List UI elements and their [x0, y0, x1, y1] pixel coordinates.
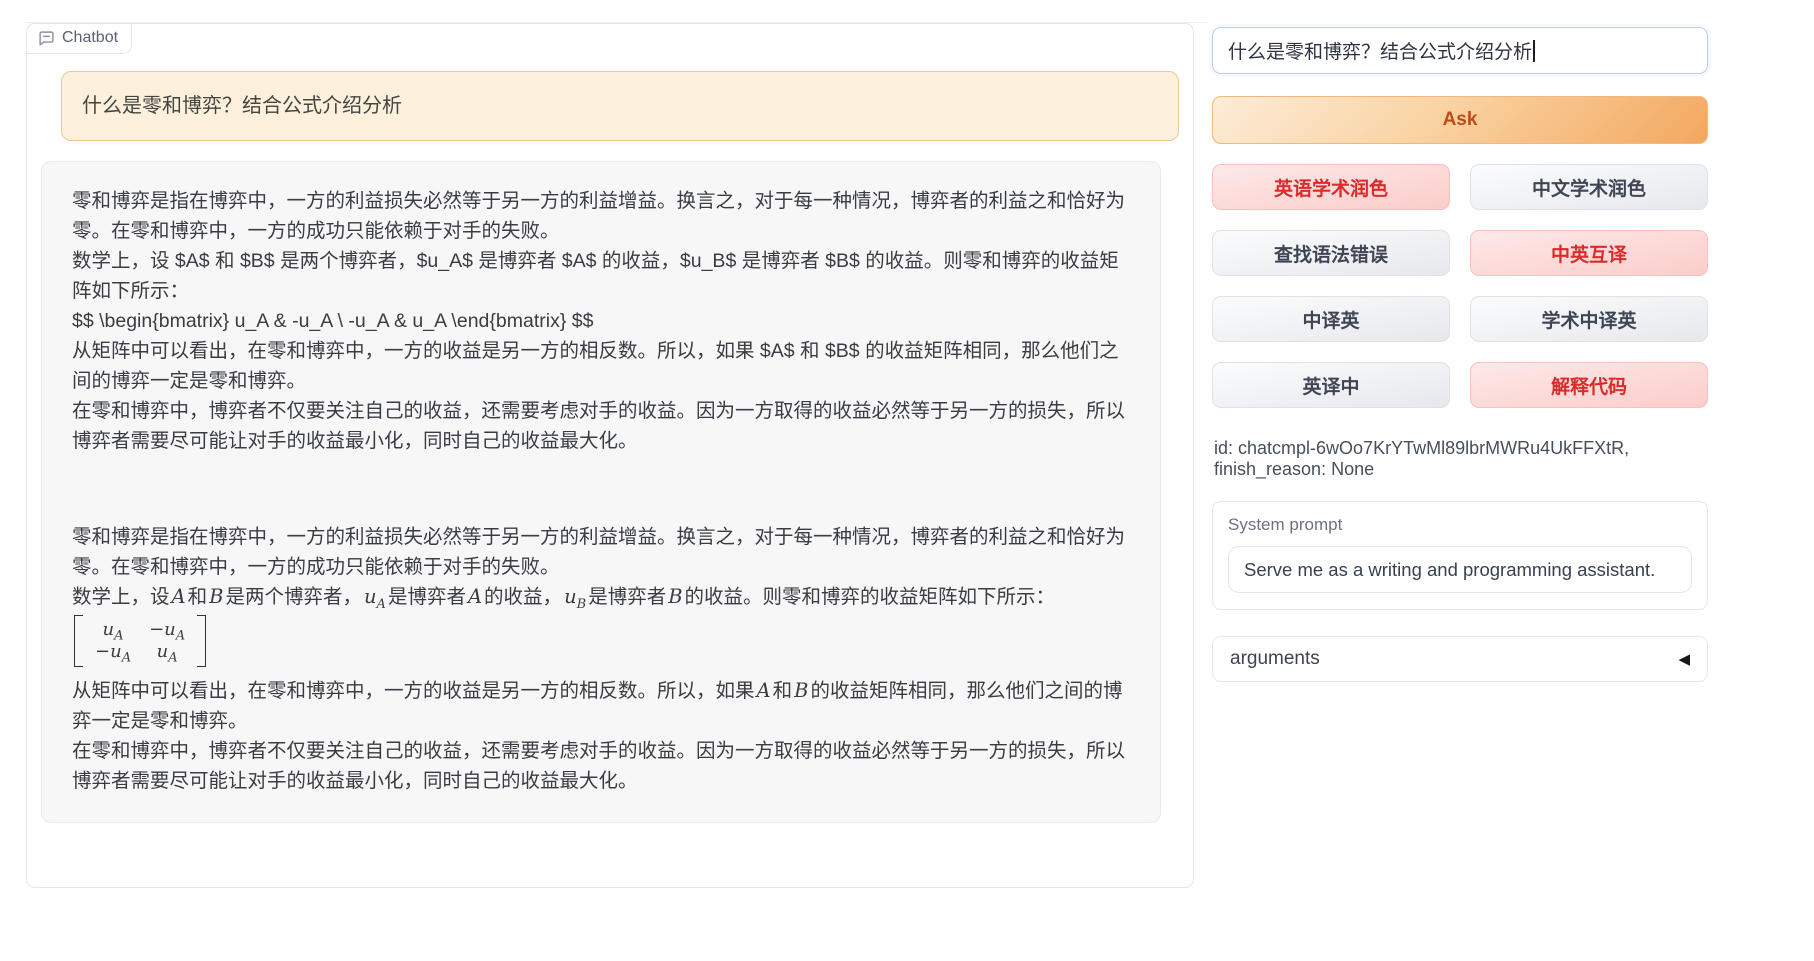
en-to-zh-button[interactable]: 英译中: [1212, 362, 1450, 408]
accordion-label: arguments: [1230, 648, 1320, 670]
bot-paragraph: 在零和博弈中，博弈者不仅要关注自己的收益，还需要考虑对手的收益。因为一方取得的收…: [72, 396, 1130, 456]
zh-en-translate-button[interactable]: 中英互译: [1470, 230, 1708, 276]
find-grammar-errors-button[interactable]: 查找语法错误: [1212, 230, 1450, 276]
system-prompt-label: System prompt: [1228, 515, 1692, 535]
chatbot-label: Chatbot: [26, 23, 132, 54]
system-prompt-input[interactable]: [1228, 546, 1692, 593]
function-button-grid: 英语学术润色 中文学术润色 查找语法错误 中英互译 中译英 学术中译英 英译中 …: [1212, 164, 1708, 408]
bot-paragraph: 零和博弈是指在博弈中，一方的利益损失必然等于另一方的利益增益。换言之，对于每一种…: [72, 522, 1130, 582]
question-input-value: 什么是零和博弈？结合公式介绍分析: [1228, 37, 1532, 64]
payoff-matrix: uA−uA−uAuA: [72, 612, 1130, 676]
bot-paragraph: 从矩阵中可以看出，在零和博弈中，一方的收益是另一方的相反数。所以，如果 $A$ …: [72, 336, 1130, 396]
status-text: id: chatcmpl-6wOo7KrYTwMl89lbrMWRu4UkFFX…: [1214, 438, 1708, 480]
controls-column: 什么是零和博弈？结合公式介绍分析 Ask 英语学术润色 中文学术润色 查找语法错…: [1212, 27, 1708, 682]
bot-paragraph: 数学上，设 $A$ 和 $B$ 是两个博弈者，$u_A$ 是博弈者 $A$ 的收…: [72, 246, 1130, 306]
chatbot-label-text: Chatbot: [62, 29, 118, 47]
accordion-collapse-icon: ◀: [1678, 650, 1690, 668]
english-academic-polish-button[interactable]: 英语学术润色: [1212, 164, 1450, 210]
user-message: 什么是零和博弈？结合公式介绍分析: [61, 71, 1179, 141]
academic-zh-to-en-button[interactable]: 学术中译英: [1470, 296, 1708, 342]
bot-paragraph: 零和博弈是指在博弈中，一方的利益损失必然等于另一方的利益增益。换言之，对于每一种…: [72, 186, 1130, 246]
chinese-academic-polish-button[interactable]: 中文学术润色: [1470, 164, 1708, 210]
text-caret: [1533, 40, 1535, 62]
bot-paragraph: 在零和博弈中，博弈者不仅要关注自己的收益，还需要考虑对手的收益。因为一方取得的收…: [72, 736, 1130, 796]
page: ChatGPT 学术优化 Chatbot 什么是零和博弈？结合公式介绍分析 零和…: [0, 0, 1814, 961]
explain-code-button[interactable]: 解释代码: [1470, 362, 1708, 408]
ask-button[interactable]: Ask: [1212, 96, 1708, 144]
question-input[interactable]: 什么是零和博弈？结合公式介绍分析: [1212, 27, 1708, 74]
chatbot-panel: Chatbot 什么是零和博弈？结合公式介绍分析 零和博弈是指在博弈中，一方的利…: [26, 23, 1194, 888]
user-message-text: 什么是零和博弈？结合公式介绍分析: [82, 91, 1158, 121]
bot-message-raw-markdown: 零和博弈是指在博弈中，一方的利益损失必然等于另一方的利益增益。换言之，对于每一种…: [72, 186, 1130, 456]
page-title-clipped: ChatGPT 学术优化: [795, 0, 1165, 9]
bot-paragraph-math: 从矩阵中可以看出，在零和博弈中，一方的收益是另一方的相反数。所以，如果A和B的收…: [72, 676, 1130, 736]
chat-bubble-icon: [38, 30, 55, 47]
arguments-accordion[interactable]: arguments ◀: [1212, 636, 1708, 682]
page-title-text: ChatGPT 学术优化: [795, 0, 1165, 6]
system-prompt-card: System prompt: [1212, 501, 1708, 610]
bot-message: 零和博弈是指在博弈中，一方的利益损失必然等于另一方的利益增益。换言之，对于每一种…: [41, 161, 1161, 823]
zh-to-en-button[interactable]: 中译英: [1212, 296, 1450, 342]
bot-formula-raw: $$ \begin{bmatrix} u_A & -u_A \ -u_A & u…: [72, 306, 1130, 336]
bot-message-rendered-latex: 零和博弈是指在博弈中，一方的利益损失必然等于另一方的利益增益。换言之，对于每一种…: [72, 522, 1130, 796]
bot-paragraph-math: 数学上，设A和B是两个博弈者，uA是博弈者A的收益，uB是博弈者B的收益。则零和…: [72, 582, 1130, 612]
